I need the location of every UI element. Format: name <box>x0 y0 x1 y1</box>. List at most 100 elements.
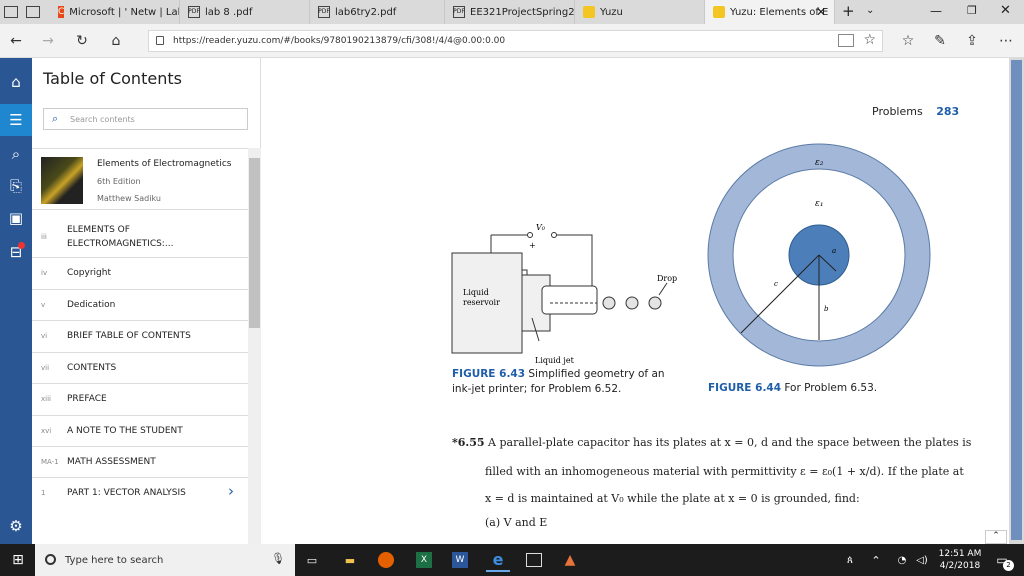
chevron-right-icon[interactable]: › <box>228 484 234 499</box>
file-explorer-icon[interactable]: ▬ <box>338 548 362 572</box>
book-cover-image <box>41 157 83 204</box>
tab-ee321[interactable]: PDF EE321ProjectSpring201 <box>445 0 575 24</box>
share-icon[interactable]: ⇪ <box>960 30 984 52</box>
microphone-icon[interactable]: 🎙 <box>271 553 285 564</box>
photos-icon[interactable] <box>522 548 546 572</box>
toc-item[interactable]: xvi A NOTE TO THE STUDENT <box>32 416 249 447</box>
notebook-icon[interactable]: ⊟ <box>0 236 32 268</box>
firefox-icon[interactable] <box>374 548 398 572</box>
task-view-icon[interactable]: ▭ <box>300 548 324 572</box>
image-icon[interactable]: ▣ <box>0 202 32 234</box>
toc-label: ELEMENTS OF ELECTROMAGNETICS:... <box>67 225 174 249</box>
figure-6-43-caption: FIGURE 6.43 Simplified geometry of an in… <box>452 367 682 397</box>
toc-item[interactable]: 1 PART 1: VECTOR ANALYSIS › <box>32 478 249 510</box>
page-scrollbar[interactable] <box>1009 58 1024 544</box>
new-tab-icon[interactable]: + <box>842 4 855 19</box>
tab-label: Microsoft | ' Netw | Lab <box>69 6 180 18</box>
scroll-to-top-icon[interactable]: ⌃ <box>985 530 1007 544</box>
tab-label: Yuzu: Elements of E <box>730 6 829 18</box>
home-icon[interactable]: ⌂ <box>104 30 128 52</box>
toc-label: BRIEF TABLE OF CONTENTS <box>67 331 191 341</box>
back-icon[interactable]: ← <box>4 30 28 52</box>
word-icon[interactable]: W <box>448 548 472 572</box>
search-circle-icon <box>45 554 56 565</box>
favorites-icon[interactable]: ☆ <box>896 30 920 52</box>
yuzu-icon <box>713 6 725 18</box>
caption-text: For Problem 6.53. <box>784 382 878 394</box>
toc-label: Dedication <box>67 300 116 310</box>
pdf-icon: PDF <box>318 6 330 18</box>
problem-line-1: *6.55 A parallel-plate capacitor has its… <box>452 436 971 449</box>
close-tab-icon[interactable]: ✕ <box>816 6 826 18</box>
goto-page-icon[interactable]: ⎘ <box>0 170 32 202</box>
tab-microsoft[interactable]: C Microsoft | ' Netw | Lab <box>50 0 180 24</box>
tab-yuzu[interactable]: Yuzu <box>575 0 705 24</box>
toc-item[interactable]: xiii PREFACE <box>32 384 249 416</box>
toc-list-icon[interactable]: ☰ <box>0 104 32 136</box>
toc-item[interactable]: vi BRIEF TABLE OF CONTENTS <box>32 321 249 353</box>
search-icon[interactable]: ⌕ <box>0 138 32 170</box>
more-icon[interactable]: ⋯ <box>994 30 1018 52</box>
problem-part-a: (a) V and E <box>485 516 548 529</box>
tab-label: lab6try2.pdf <box>335 6 397 18</box>
set-aside-tabs-icon[interactable] <box>26 6 40 18</box>
problem-number: *6.55 <box>452 436 485 449</box>
toc-label: MATH ASSESSMENT <box>67 457 156 467</box>
address-bar[interactable]: https://reader.yuzu.com/#/books/97801902… <box>148 30 883 52</box>
fig43-plus-label: + <box>529 241 536 250</box>
windows-start-icon[interactable]: ⊞ <box>6 548 30 572</box>
tab-actions-icon[interactable] <box>4 6 18 18</box>
running-header-label: Problems <box>872 105 923 118</box>
minimize-icon[interactable]: — <box>930 5 942 17</box>
edge-icon[interactable]: e <box>486 548 510 572</box>
pdf-icon: PDF <box>453 6 465 18</box>
navigation-bar: ← → ↻ ⌂ https://reader.yuzu.com/#/books/… <box>0 24 1024 58</box>
forward-icon[interactable]: → <box>36 30 60 52</box>
toc-item[interactable]: iv Copyright <box>32 258 249 290</box>
notes-icon[interactable]: ✎ <box>928 30 952 52</box>
fig43-terminal-left <box>527 232 533 238</box>
page-scroll-thumb[interactable] <box>1011 60 1022 540</box>
caption-number: FIGURE 6.43 <box>452 368 526 380</box>
tab-yuzu-elements[interactable]: Yuzu: Elements of E ✕ <box>705 0 835 24</box>
close-window-icon[interactable]: ✕ <box>1000 4 1011 17</box>
volume-icon[interactable]: ◁) <box>910 548 934 572</box>
figure-6-44: ε₂ ε₁ a b c <box>707 143 931 367</box>
book-card[interactable]: Elements of Electromagnetics 6th Edition… <box>32 148 249 210</box>
reading-view-icon[interactable] <box>838 34 854 47</box>
toc-item[interactable]: v Dedication <box>32 290 249 321</box>
matlab-icon[interactable]: ▲ <box>558 548 582 572</box>
toc-title: Table of Contents <box>43 69 182 88</box>
action-center-icon[interactable]: ▭ 2 <box>990 548 1014 572</box>
refresh-icon[interactable]: ↻ <box>70 30 94 52</box>
home-icon[interactable]: ⌂ <box>0 66 32 98</box>
clock[interactable]: 12:51 AM 4/2/2018 <box>938 548 982 572</box>
fig44-a-label: a <box>832 247 836 255</box>
caption-number: FIGURE 6.44 <box>708 382 782 394</box>
tab-lab6[interactable]: PDF lab6try2.pdf <box>310 0 445 24</box>
people-icon[interactable]: ጰ <box>838 548 862 572</box>
fig43-reservoir-label-2: reservoir <box>463 298 500 307</box>
toc-page: iv <box>41 269 48 277</box>
fig43-jet-label: Liquid jet <box>535 356 575 365</box>
toc-search-input[interactable]: ⌕ Search contents <box>43 108 248 130</box>
toc-scroll-thumb[interactable] <box>249 158 260 328</box>
toc-item[interactable]: MA-1 MATH ASSESSMENT <box>32 447 249 478</box>
settings-gear-icon[interactable]: ⚙ <box>0 510 32 542</box>
book-author: Matthew Sadiku <box>97 194 161 203</box>
fig43-drop-label: Drop <box>657 274 677 283</box>
tray-chevron-icon[interactable]: ⌃ <box>864 548 888 572</box>
favorite-star-icon[interactable]: ☆ <box>863 33 876 47</box>
restore-icon[interactable]: ❐ <box>967 5 977 16</box>
toc-item[interactable]: vii CONTENTS <box>32 353 249 384</box>
tab-list-chevron-icon[interactable]: ⌄ <box>866 6 874 16</box>
excel-icon[interactable]: X <box>412 548 436 572</box>
tab-lab8[interactable]: PDF lab 8 .pdf <box>180 0 310 24</box>
taskbar-search[interactable]: Type here to search 🎙 <box>35 544 295 576</box>
problem-line-2: filled with an inhomogeneous material wi… <box>485 465 964 478</box>
taskbar: ⊞ Type here to search 🎙 ▭ ▬ X W e ▲ ጰ ⌃ … <box>0 544 1024 576</box>
toc-scrollbar[interactable] <box>248 148 261 544</box>
toc-item[interactable]: iii ELEMENTS OF ELECTROMAGNETICS:... <box>32 210 249 258</box>
fig44-eps1-label: ε₁ <box>815 199 823 209</box>
tab-bar: C Microsoft | ' Netw | Lab PDF lab 8 .pd… <box>0 0 1024 24</box>
